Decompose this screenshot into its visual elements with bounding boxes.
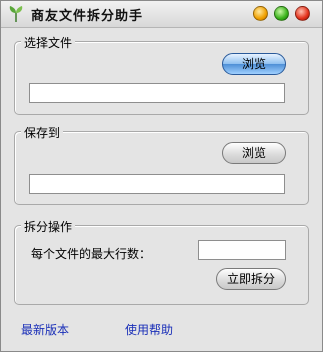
title-bar[interactable]: 商友文件拆分助手 bbox=[1, 1, 322, 28]
maximize-button[interactable] bbox=[274, 6, 289, 21]
save-to-group: 保存到 浏览 bbox=[14, 124, 309, 205]
max-rows-input[interactable] bbox=[198, 240, 286, 260]
app-leaf-icon bbox=[9, 6, 23, 22]
split-operation-group: 拆分操作 每个文件的最大行数： 立即拆分 bbox=[14, 218, 309, 305]
save-to-path-input[interactable] bbox=[29, 174, 285, 194]
split-now-button[interactable]: 立即拆分 bbox=[216, 268, 286, 290]
max-rows-label: 每个文件的最大行数： bbox=[31, 247, 152, 261]
split-operation-legend: 拆分操作 bbox=[21, 218, 76, 235]
window-title: 商友文件拆分助手 bbox=[31, 9, 144, 24]
help-link[interactable]: 使用帮助 bbox=[125, 321, 173, 338]
close-button[interactable] bbox=[295, 6, 310, 21]
select-file-legend: 选择文件 bbox=[21, 34, 76, 51]
select-file-browse-button[interactable]: 浏览 bbox=[222, 53, 286, 75]
select-file-path-input[interactable] bbox=[29, 83, 285, 103]
save-to-legend: 保存到 bbox=[21, 124, 64, 141]
latest-version-link[interactable]: 最新版本 bbox=[21, 321, 69, 338]
app-window: 商友文件拆分助手 选择文件 浏览 保存到 浏览 拆分操作 每个文件的最大行数： … bbox=[0, 0, 323, 352]
minimize-button[interactable] bbox=[253, 6, 268, 21]
select-file-group: 选择文件 浏览 bbox=[14, 34, 309, 115]
save-to-browse-button[interactable]: 浏览 bbox=[222, 142, 286, 164]
